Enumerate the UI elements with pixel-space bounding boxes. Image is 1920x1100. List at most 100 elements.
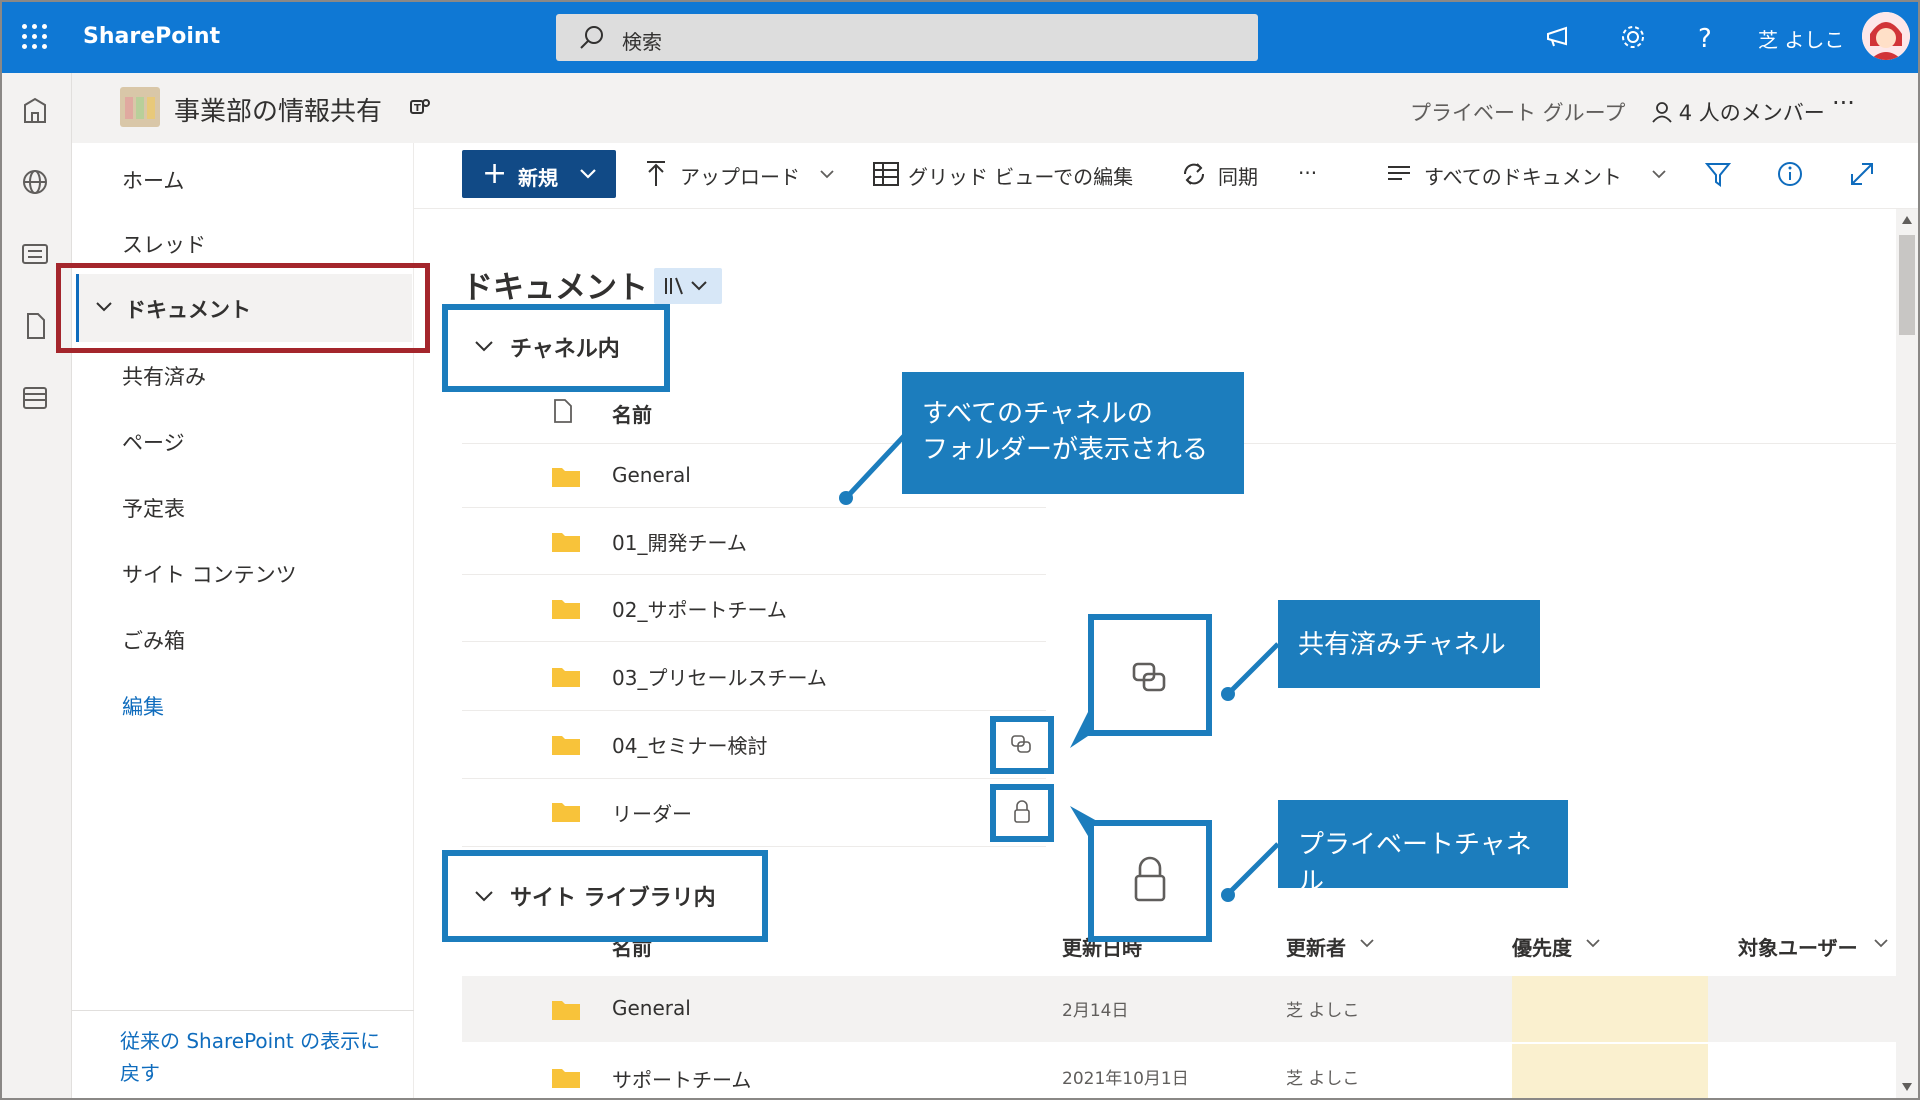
scrollbar[interactable] <box>1896 209 1918 1100</box>
grid-edit-button[interactable]: グリッド ビューでの編集 <box>908 161 1133 190</box>
user-name[interactable]: 芝 よしこ <box>1758 24 1844 53</box>
callout-text: フォルダーが表示される <box>922 435 1209 465</box>
expand-icon[interactable] <box>1848 160 1876 188</box>
chevron-down-icon[interactable] <box>1650 165 1668 183</box>
private-channel-zoom <box>1088 820 1212 942</box>
modified-by[interactable]: 芝 よしこ <box>1286 1064 1359 1089</box>
chevron-down-icon[interactable] <box>472 884 496 908</box>
help-icon[interactable]: ? <box>1688 20 1722 54</box>
avatar-icon <box>1862 12 1910 60</box>
folder-icon <box>552 533 580 552</box>
nav-item-calendar[interactable]: 予定表 <box>122 493 185 523</box>
table-row[interactable]: General 2月14日 芝 よしこ <box>462 976 1896 1042</box>
callout-dot <box>1221 687 1235 701</box>
library-title: ドキュメント <box>462 270 648 306</box>
nav-item-shared[interactable]: 共有済み <box>122 361 206 391</box>
chevron-down-icon[interactable] <box>1584 934 1602 952</box>
news-icon[interactable] <box>20 239 50 269</box>
info-icon[interactable] <box>1776 160 1804 188</box>
suite-bar: SharePoint 検索 ? 芝 よしこ <box>0 0 1920 73</box>
chevron-down-icon[interactable] <box>1358 934 1376 952</box>
more-options-button[interactable]: ··· <box>1832 89 1855 117</box>
upload-button[interactable]: アップロード <box>680 161 800 190</box>
app-launcher-icon[interactable] <box>22 24 48 50</box>
view-selector[interactable]: すべてのドキュメント <box>1424 161 1622 190</box>
nav-item-home[interactable]: ホーム <box>122 165 184 195</box>
folder-name[interactable]: リーダー <box>612 798 692 827</box>
folder-icon <box>552 803 580 822</box>
members-button[interactable]: 4 人のメンバー <box>1652 97 1825 127</box>
site-home-icon[interactable] <box>20 95 50 125</box>
new-button[interactable]: + 新規 <box>462 150 616 198</box>
more-commands-button[interactable]: ··· <box>1298 161 1317 185</box>
column-header-audience[interactable]: 対象ユーザー <box>1738 932 1858 961</box>
callout-text: すべてのチャネルの <box>922 399 1153 429</box>
documents-highlight <box>56 263 430 353</box>
folder-name[interactable]: 01_開発チーム <box>612 527 747 556</box>
scrollbar-thumb[interactable] <box>1899 235 1915 335</box>
folder-icon <box>552 1001 580 1020</box>
sync-button[interactable]: 同期 <box>1218 161 1258 190</box>
folder-name[interactable]: 04_セミナー検討 <box>612 730 767 759</box>
nav-edit-link[interactable]: 編集 <box>122 691 164 721</box>
megaphone-icon[interactable] <box>1542 20 1576 54</box>
classic-view-link[interactable]: 従来の SharePoint の表示に戻す <box>120 1025 400 1089</box>
sync-icon <box>1183 163 1205 185</box>
app-rail <box>0 73 72 1100</box>
shared-channel-zoom <box>1088 614 1212 736</box>
callout-shared-channel: 共有済みチャネル <box>1278 600 1540 688</box>
folder-icon <box>552 468 580 487</box>
callout-private-channel: プライベートチャネル <box>1278 800 1568 897</box>
nav-item-pages[interactable]: ページ <box>122 427 185 457</box>
upload-icon <box>647 161 665 186</box>
teams-icon[interactable]: T <box>408 95 432 119</box>
folder-name[interactable]: サポートチーム <box>612 1064 751 1093</box>
site-title[interactable]: 事業部の情報共有 <box>174 91 382 128</box>
file-type-icon <box>554 399 572 423</box>
column-header-priority[interactable]: 優先度 <box>1512 932 1572 961</box>
divider <box>462 846 1046 847</box>
priority-cell <box>1512 976 1708 1042</box>
folder-name[interactable]: General <box>612 463 691 487</box>
command-bar: + 新規 アップロード グリッド ビューでの編集 同期 ··· すべてのドキュメ… <box>414 143 1920 209</box>
private-channel-icon-highlight <box>990 784 1054 842</box>
filter-icon[interactable] <box>1704 160 1732 188</box>
folder-icon <box>552 600 580 619</box>
scroll-up-icon[interactable] <box>1901 215 1913 225</box>
site-logo[interactable] <box>120 87 160 127</box>
list-icon[interactable] <box>20 383 50 413</box>
folder-icon <box>552 668 580 687</box>
folder-name[interactable]: 03_プリセールスチーム <box>612 662 827 691</box>
callout-dot <box>1221 888 1235 902</box>
column-header-modified-by[interactable]: 更新者 <box>1286 932 1346 961</box>
library-view-switcher[interactable] <box>654 268 722 304</box>
nav-item-recycle-bin[interactable]: ごみ箱 <box>122 625 185 655</box>
priority-cell <box>1512 1044 1708 1100</box>
folder-name[interactable]: 02_サポートチーム <box>612 594 787 623</box>
link-icon <box>1132 662 1166 692</box>
person-icon <box>1652 102 1672 123</box>
table-row[interactable]: サポートチーム 2021年10月1日 芝 よしこ <box>462 1044 1896 1100</box>
folder-name[interactable]: General <box>612 996 691 1020</box>
divider <box>462 507 1046 508</box>
chevron-down-icon[interactable] <box>818 165 836 183</box>
chevron-down-icon[interactable] <box>1872 934 1890 952</box>
search-box[interactable]: 検索 <box>556 14 1258 61</box>
divider <box>462 574 1046 575</box>
channel-group-highlight <box>442 304 670 392</box>
app-brand[interactable]: SharePoint <box>83 24 220 49</box>
members-label: 4 人のメンバー <box>1678 101 1825 125</box>
callout-dot <box>839 491 853 505</box>
gear-icon[interactable] <box>1616 20 1650 54</box>
avatar[interactable] <box>1862 12 1910 60</box>
nav-item-threads[interactable]: スレッド <box>122 229 206 259</box>
scroll-down-icon[interactable] <box>1901 1082 1913 1092</box>
globe-icon[interactable] <box>20 167 50 197</box>
file-icon[interactable] <box>20 311 50 341</box>
nav-item-site-contents[interactable]: サイト コンテンツ <box>122 559 297 589</box>
view-options-icon <box>1388 166 1410 180</box>
modified-by[interactable]: 芝 よしこ <box>1286 996 1359 1021</box>
column-header-name[interactable]: 名前 <box>612 399 652 428</box>
site-group-header[interactable]: サイト ライブラリ内 <box>510 880 716 912</box>
link-icon <box>1011 735 1031 753</box>
